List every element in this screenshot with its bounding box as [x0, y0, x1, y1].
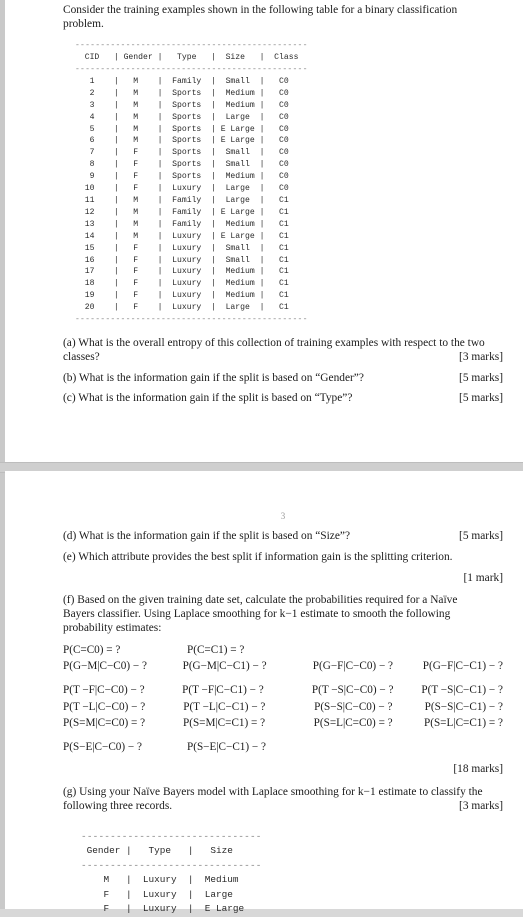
table-row: 2 | M | Sports | Medium | C0 — [75, 88, 289, 98]
table-row: 11 | M | Family | Large | C1 — [75, 195, 289, 205]
table-row: 8 | F | Sports | Small | C0 — [75, 160, 289, 170]
probability-expression: P(S−S|C−C1) − ? — [424, 700, 504, 713]
question-b-marks: [5 marks] — [459, 371, 503, 384]
probability-expression: P(T −S|C−C1) − ? — [421, 683, 503, 696]
question-f: (f) Based on the given training date set… — [63, 594, 503, 635]
probability-expression: P(T −L|C−C1) − ? — [183, 700, 266, 713]
table-row: F | Luxury | Large — [81, 888, 233, 900]
probability-expression: P(S−E|C−C1) − ? — [187, 740, 266, 753]
table-bottom-rule: ----------------------------------------… — [75, 315, 308, 325]
intro-paragraph: Consider the training examples shown in … — [63, 4, 458, 30]
question-e: (e) Which attribute provides the best sp… — [63, 551, 503, 565]
probability-estimates-block: P(C=C0) = ? P(C=C1) = ? P(G−M|C−C0) − ? … — [63, 636, 503, 756]
table-row: 6 | M | Sports | E Large | C0 — [75, 136, 289, 146]
probability-expression: P(T −L|C−C0) − ? — [63, 700, 146, 713]
probability-expression: P(S=L|C=C1) = ? — [424, 717, 503, 730]
probability-expression: P(T −F|C−C1) − ? — [182, 683, 264, 696]
table-row: 18 | F | Luxury | Medium | C1 — [75, 279, 289, 289]
probability-group-2: P(T −F|C−C0) − ? P(T −F|C−C1) − ? P(T −S… — [63, 682, 503, 732]
document-page-1: Consider the training examples shown in … — [5, 0, 523, 462]
table-row: 16 | F | Luxury | Small | C1 — [75, 255, 289, 265]
probability-row: P(C=C0) = ? P(C=C1) = ? — [63, 642, 503, 659]
table-mid-rule: ----------------------------------------… — [75, 65, 308, 74]
table-row: 17 | F | Luxury | Medium | C1 — [75, 267, 289, 277]
document-viewport[interactable]: Consider the training examples shown in … — [0, 0, 523, 914]
training-examples-table: ----------------------------------------… — [63, 40, 503, 326]
probability-row: P(T −L|C−C0) − ? P(T −L|C−C1) − ? P(S−S|… — [63, 699, 503, 716]
probability-expression: P(S−S|C−C0) − ? — [314, 700, 393, 713]
probability-expression: P(G−F|C−C0) − ? — [312, 660, 394, 673]
question-b: (b) What is the information gain if the … — [63, 372, 503, 386]
question-g-marks: [3 marks] — [459, 799, 503, 812]
part-f-marks: [18 marks] — [453, 763, 503, 776]
probability-expression: P(G−F|C−C1) − ? — [422, 660, 503, 673]
table-row: M | Luxury | Medium — [81, 874, 239, 886]
page-1-content: Consider the training examples shown in … — [5, 0, 523, 406]
question-a-marks: [3 marks] — [459, 350, 503, 363]
question-d-marks: [5 marks] — [459, 530, 503, 542]
part-f-marks-line: [18 marks] — [63, 763, 503, 777]
table-row: 12 | M | Family | E Large | C1 — [75, 207, 289, 217]
probability-expression: P(G−M|C−C1) − ? — [182, 660, 267, 673]
table-row: 4 | M | Sports | Large | C0 — [75, 112, 289, 122]
probability-expression: P(S=L|C=C0) = ? — [313, 717, 393, 730]
probability-group-1: P(C=C0) = ? P(C=C1) = ? P(G−M|C−C0) − ? … — [63, 642, 503, 675]
probability-expression: P(T −F|C−C0) − ? — [63, 683, 145, 696]
table-header-row: CID | Gender | Type | Size | Class — [75, 53, 299, 63]
table-row: 15 | F | Luxury | Small | C1 — [75, 243, 289, 253]
question-a: (a) What is the overall entropy of this … — [63, 337, 503, 365]
question-e-text: (e) Which attribute provides the best sp… — [63, 550, 453, 563]
probability-expression: P(C=C1) = ? — [187, 643, 245, 656]
table-top-rule: ----------------------------------------… — [75, 41, 308, 51]
probability-expression: P(S−E|C−C0) − ? — [63, 740, 142, 753]
question-f-text: (f) Based on the given training date set… — [63, 594, 458, 634]
probability-expression: P(C=C0) = ? — [63, 643, 121, 656]
page-2-content: 3 (d) What is the information gain if th… — [5, 471, 523, 917]
question-c: (c) What is the information gain if the … — [63, 392, 503, 406]
table-row: 3 | M | Sports | Medium | C0 — [75, 100, 289, 110]
table-row: 7 | F | Sports | Small | C0 — [75, 148, 289, 158]
table-row: 20 | F | Luxury | Large | C1 — [75, 303, 289, 313]
question-g: (g) Using your Naïve Bayers model with L… — [63, 786, 503, 814]
table-row: 19 | F | Luxury | Medium | C1 — [75, 291, 289, 301]
table-row: 1 | M | Family | Small | C0 — [75, 76, 289, 86]
table-row: 5 | M | Sports | E Large | C0 — [75, 124, 289, 134]
classification-records-table: ------------------------------- Gender |… — [63, 830, 503, 917]
question-e-marks: [1 mark] — [463, 571, 503, 584]
probability-row: P(S=M|C=C0) = ? P(S=M|C=C1) = ? P(S=L|C=… — [63, 715, 503, 732]
records-table-header-row: Gender | Type | Size — [81, 845, 233, 857]
question-c-marks: [5 marks] — [459, 392, 503, 405]
probability-group-3: P(S−E|C−C0) − ? P(S−E|C−C1) − ? — [63, 739, 503, 756]
records-table-top-rule: ------------------------------- — [81, 830, 262, 842]
table-row: 13 | M | Family | Medium | C1 — [75, 219, 289, 229]
question-a-text: (a) What is the overall entropy of this … — [63, 336, 485, 363]
document-page-2: 3 (d) What is the information gain if th… — [5, 471, 523, 914]
question-c-text: (c) What is the information gain if the … — [63, 392, 353, 405]
probability-expression: P(S=M|C=C0) = ? — [63, 717, 146, 730]
question-b-text: (b) What is the information gain if the … — [63, 371, 364, 384]
question-e-marks-line: [1 mark] — [63, 572, 503, 586]
records-table-mid-rule: ------------------------------- — [81, 859, 262, 871]
question-d: (d) What is the information gain if the … — [63, 530, 503, 544]
probability-row: P(S−E|C−C0) − ? P(S−E|C−C1) − ? — [63, 739, 503, 756]
table-row: 9 | F | Sports | Medium | C0 — [75, 172, 289, 182]
probability-expression — [322, 642, 436, 659]
question-g-text: (g) Using your Naïve Bayers model with L… — [63, 786, 483, 812]
probability-row: P(G−M|C−C0) − ? P(G−M|C−C1) − ? P(G−F|C−… — [63, 658, 503, 675]
probability-expression: P(T −S|C−C0) − ? — [311, 683, 394, 696]
question-d-text: (d) What is the information gain if the … — [63, 530, 351, 542]
probability-expression: P(S=M|C=C1) = ? — [183, 717, 266, 730]
page-number: 3 — [280, 511, 286, 521]
probability-expression: P(G−M|C−C0) − ? — [63, 660, 147, 673]
table-row: 10 | F | Luxury | Large | C0 — [75, 184, 289, 194]
table-row: 14 | M | Luxury | E Large | C1 — [75, 231, 289, 241]
probability-row: P(T −F|C−C0) − ? P(T −F|C−C1) − ? P(T −S… — [63, 682, 503, 699]
